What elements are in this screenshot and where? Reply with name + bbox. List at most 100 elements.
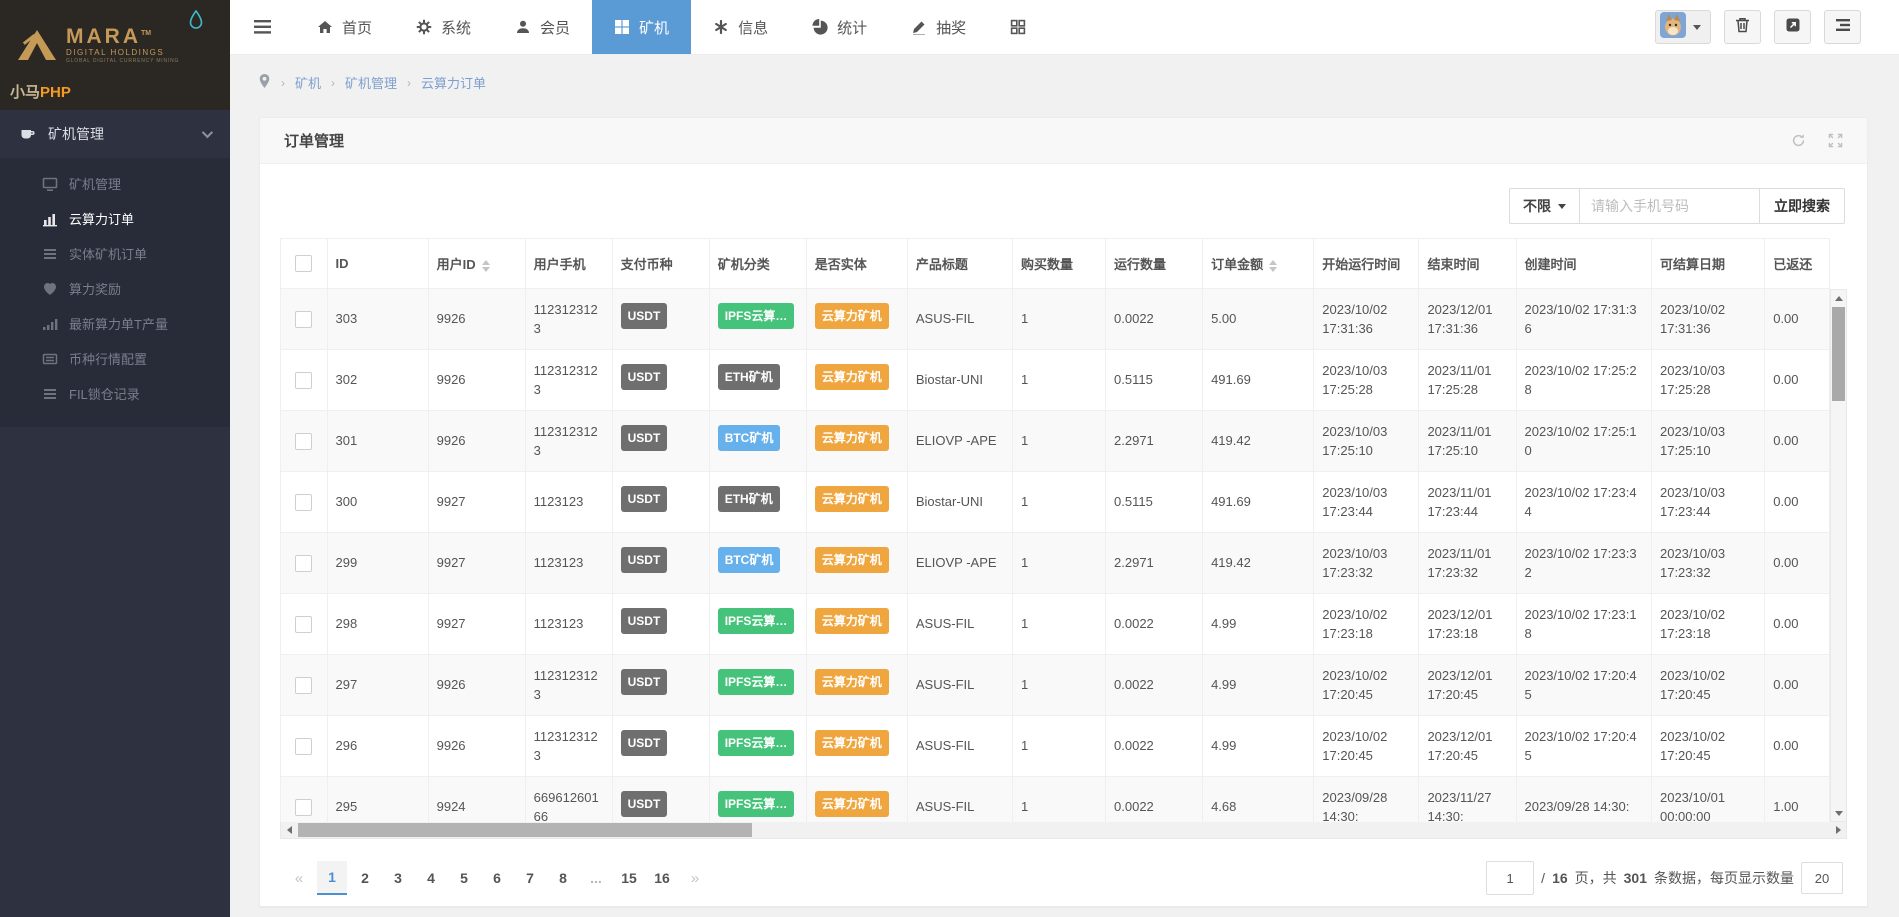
- scroll-right-arrow[interactable]: [1830, 822, 1846, 838]
- hamburger-icon[interactable]: [230, 0, 295, 54]
- page-link[interactable]: 7: [515, 861, 545, 895]
- cell-product: Biostar-UNI: [907, 472, 1012, 533]
- cell-create-time: 2023/10/02 17:23:18: [1516, 594, 1651, 655]
- content-area: 订单管理 不限 立即搜索: [230, 110, 1899, 907]
- category-badge: IPFS云算…: [718, 303, 795, 329]
- nav-item-system[interactable]: 系统: [394, 0, 493, 54]
- cell-id: 299: [327, 533, 428, 594]
- trash-button[interactable]: [1724, 10, 1761, 44]
- row-checkbox[interactable]: [295, 494, 312, 511]
- sidebar-item-physical-orders[interactable]: 实体矿机订单: [0, 236, 230, 271]
- cell-returned: 0.00: [1765, 411, 1830, 472]
- bar-chart-icon: [42, 211, 58, 227]
- select-all-checkbox[interactable]: [295, 255, 312, 272]
- nav-item-apps[interactable]: [988, 0, 1048, 54]
- table-header-row: ID 用户ID 用户手机 支付币种 矿机分类 是否实体 产品标题 购买数量 运行…: [281, 239, 1830, 289]
- coffee-cup-icon: [20, 126, 36, 142]
- row-checkbox[interactable]: [295, 799, 312, 816]
- nav-item-messages[interactable]: 信息: [691, 0, 790, 54]
- page-info-slash: /: [1541, 870, 1545, 886]
- scroll-left-arrow[interactable]: [281, 822, 297, 838]
- nav-item-members[interactable]: 会员: [493, 0, 592, 54]
- scroll-up-arrow[interactable]: [1831, 290, 1846, 306]
- sidebar-item-label: 币种行情配置: [69, 349, 147, 368]
- col-run-qty: 运行数量: [1106, 239, 1203, 289]
- page-link[interactable]: 8: [548, 861, 578, 895]
- refresh-icon[interactable]: [1791, 133, 1806, 148]
- nav-item-lottery[interactable]: 抽奖: [889, 0, 988, 54]
- cell-create-time: 2023/10/02 17:20:45: [1516, 655, 1651, 716]
- row-checkbox[interactable]: [295, 677, 312, 694]
- filter-label: 不限: [1523, 196, 1551, 216]
- page-link[interactable]: 15: [614, 861, 644, 895]
- cell-amount: 4.68: [1203, 777, 1314, 823]
- search-button[interactable]: 立即搜索: [1760, 188, 1845, 224]
- nav-item-home[interactable]: 首页: [295, 0, 394, 54]
- page-link[interactable]: 16: [647, 861, 677, 895]
- sidebar-item-coin-config[interactable]: 币种行情配置: [0, 341, 230, 376]
- breadcrumb-separator: ›: [331, 76, 335, 90]
- cell-create-time: 2023/10/02 17:23:32: [1516, 533, 1651, 594]
- page-link[interactable]: 2: [350, 861, 380, 895]
- row-checkbox[interactable]: [295, 311, 312, 328]
- cell-user-id: 9924: [428, 777, 525, 823]
- scroll-down-arrow[interactable]: [1831, 805, 1846, 821]
- entity-badge: 云算力矿机: [815, 303, 889, 329]
- sidebar-toggle-button[interactable]: [1824, 10, 1861, 44]
- row-checkbox[interactable]: [295, 738, 312, 755]
- page-current[interactable]: 1: [317, 861, 347, 895]
- cell-entity: 云算力矿机: [806, 716, 907, 777]
- external-link-button[interactable]: [1774, 10, 1811, 44]
- page-link[interactable]: «: [284, 861, 314, 895]
- sidebar-item-latest-output[interactable]: 最新算力单T产量: [0, 306, 230, 341]
- fullscreen-icon[interactable]: [1828, 133, 1843, 148]
- page-link[interactable]: 5: [449, 861, 479, 895]
- cell-product: Biostar-UNI: [907, 350, 1012, 411]
- cell-settle-date: 2023/10/03 17:23:44: [1651, 472, 1764, 533]
- cell-end-time: 2023/12/01 17:23:18: [1419, 594, 1516, 655]
- breadcrumb-link[interactable]: 矿机管理: [345, 73, 397, 92]
- row-checkbox[interactable]: [295, 372, 312, 389]
- horizontal-scrollbar[interactable]: [280, 822, 1847, 839]
- pagination-row: «12345678...1516» / 16 页，共 301 条数据，每页显示数…: [280, 861, 1847, 895]
- nav-item-statistics[interactable]: 统计: [790, 0, 889, 54]
- row-checkbox[interactable]: [295, 555, 312, 572]
- vertical-scrollbar[interactable]: [1830, 289, 1847, 822]
- page-link[interactable]: »: [680, 861, 710, 895]
- sidebar-item-fil-lock[interactable]: FIL锁仓记录: [0, 376, 230, 411]
- cell-returned: 0.00: [1765, 350, 1830, 411]
- page-size-input[interactable]: [1801, 862, 1843, 894]
- pie-chart-icon: [812, 19, 828, 35]
- cell-start-time: 2023/10/03 17:25:10: [1314, 411, 1419, 472]
- page-link[interactable]: 3: [383, 861, 413, 895]
- order-table: ID 用户ID 用户手机 支付币种 矿机分类 是否实体 产品标题 购买数量 运行…: [280, 238, 1830, 822]
- page-number-input[interactable]: [1486, 861, 1534, 895]
- page-link[interactable]: 4: [416, 861, 446, 895]
- cell-settle-date: 2023/10/02 17:23:18: [1651, 594, 1764, 655]
- breadcrumb-current[interactable]: 云算力订单: [421, 73, 486, 92]
- cell-settle-date: 2023/10/02 17:20:45: [1651, 716, 1764, 777]
- row-checkbox[interactable]: [295, 616, 312, 633]
- cell-product: ELIOVP -APE: [907, 533, 1012, 594]
- sort-icon[interactable]: [1269, 260, 1277, 272]
- user-menu-button[interactable]: [1655, 10, 1711, 44]
- sidebar-group-mining[interactable]: 矿机管理: [0, 110, 230, 158]
- sidebar-item-cloud-orders[interactable]: 云算力订单: [0, 201, 230, 236]
- row-checkbox[interactable]: [295, 433, 312, 450]
- sidebar-item-miner-manage[interactable]: 矿机管理: [0, 166, 230, 201]
- vertical-scrollbar-thumb[interactable]: [1832, 307, 1845, 401]
- cell-create-time: 2023/09/28 14:30:: [1516, 777, 1651, 823]
- nav-item-miners[interactable]: 矿机: [592, 0, 691, 54]
- cell-settle-date: 2023/10/03 17:25:10: [1651, 411, 1764, 472]
- sort-icon[interactable]: [482, 260, 490, 272]
- page-link[interactable]: 6: [482, 861, 512, 895]
- breadcrumb-link[interactable]: 矿机: [295, 73, 321, 92]
- cell-id: 295: [327, 777, 428, 823]
- phone-search-input[interactable]: [1580, 188, 1760, 224]
- sidebar-item-hashrate-reward[interactable]: 算力奖励: [0, 271, 230, 306]
- filter-dropdown[interactable]: 不限: [1509, 188, 1580, 224]
- topnav-right: [1655, 0, 1899, 54]
- horizontal-scrollbar-thumb[interactable]: [298, 823, 752, 837]
- cell-category: IPFS云算…: [709, 594, 806, 655]
- cell-phone: 1123123123: [525, 716, 612, 777]
